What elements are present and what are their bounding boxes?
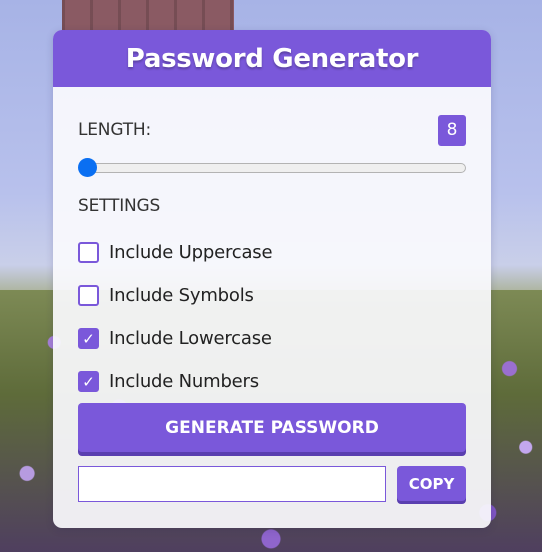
length-label: LENGTH:	[78, 120, 151, 140]
option-label: Include Symbols	[109, 285, 254, 306]
uppercase-checkbox[interactable]	[78, 242, 99, 263]
card-header: Password Generator	[53, 30, 491, 87]
option-label: Include Numbers	[109, 371, 259, 392]
generate-password-button[interactable]: GENERATE PASSWORD	[78, 403, 466, 452]
lowercase-checkbox[interactable]: ✓	[78, 328, 99, 349]
check-icon: ✓	[82, 329, 95, 348]
settings-options: Include Uppercase Include Symbols ✓ Incl…	[78, 231, 273, 403]
length-row: LENGTH: 8	[78, 114, 466, 146]
check-icon: ✓	[82, 372, 95, 391]
option-numbers[interactable]: ✓ Include Numbers	[78, 360, 272, 403]
app-title: Password Generator	[125, 43, 419, 74]
slider-track[interactable]	[82, 163, 466, 173]
option-symbols[interactable]: Include Symbols	[78, 274, 272, 317]
option-label: Include Lowercase	[109, 328, 272, 349]
option-lowercase[interactable]: ✓ Include Lowercase	[78, 317, 272, 360]
length-value-badge: 8	[438, 114, 466, 146]
symbols-checkbox[interactable]	[78, 285, 99, 306]
option-label: Include Uppercase	[109, 242, 273, 263]
password-generator-card: Password Generator LENGTH: 8 SETTINGS In…	[53, 30, 491, 528]
copy-button[interactable]: COPY	[397, 466, 466, 501]
password-output-field[interactable]	[78, 466, 386, 502]
slider-thumb[interactable]	[78, 158, 97, 177]
option-uppercase[interactable]: Include Uppercase	[78, 231, 273, 274]
settings-label: SETTINGS	[78, 196, 161, 216]
length-slider[interactable]	[78, 158, 466, 178]
numbers-checkbox[interactable]: ✓	[78, 371, 99, 392]
